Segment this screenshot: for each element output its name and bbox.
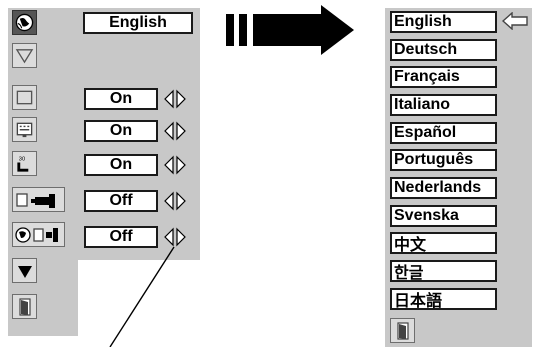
adjust-arrows-icon[interactable] [162, 155, 188, 175]
adjust-arrows-icon[interactable] [162, 89, 188, 109]
language-option-espanol[interactable]: Español [390, 122, 497, 144]
adjust-arrows-icon[interactable] [162, 121, 188, 141]
ceiling-icon[interactable] [12, 187, 65, 212]
language-option-francais[interactable]: Français [390, 66, 497, 88]
language-option-italiano[interactable]: Italiano [390, 94, 497, 116]
language-option-chinese[interactable]: 中文 [390, 232, 497, 254]
selection-pointer-icon [502, 12, 528, 30]
language-option-deutsch[interactable]: Deutsch [390, 39, 497, 61]
exit-icon[interactable] [12, 294, 37, 319]
language-option-english[interactable]: English [390, 11, 497, 33]
logo-icon[interactable]: 30 [12, 151, 37, 176]
adjust-arrows-icon[interactable] [162, 227, 188, 247]
setting-value-3[interactable]: On [84, 154, 158, 176]
down-arrow-icon[interactable] [12, 258, 37, 283]
setting-value-2[interactable]: On [84, 120, 158, 142]
language-option-svenska[interactable]: Svenska [390, 205, 497, 227]
transition-arrow-icon [226, 5, 354, 55]
keystone-icon[interactable] [12, 43, 37, 68]
setting-value-1[interactable]: On [84, 88, 158, 110]
setting-value-4[interactable]: Off [84, 190, 158, 212]
blackboard-icon[interactable] [12, 85, 37, 110]
globe-icon[interactable] [12, 10, 37, 35]
language-option-japanese[interactable]: 日本語 [390, 288, 497, 310]
language-option-portugues[interactable]: Português [390, 149, 497, 171]
rear-icon[interactable] [12, 222, 65, 247]
exit-icon[interactable] [390, 318, 415, 343]
language-option-nederlands[interactable]: Nederlands [390, 177, 497, 199]
language-value[interactable]: English [83, 12, 193, 34]
callout-line [109, 246, 175, 347]
display-icon[interactable] [12, 117, 37, 142]
adjust-arrows-icon[interactable] [162, 191, 188, 211]
language-option-korean[interactable]: 한글 [390, 260, 497, 282]
svg-text:30: 30 [19, 157, 25, 163]
